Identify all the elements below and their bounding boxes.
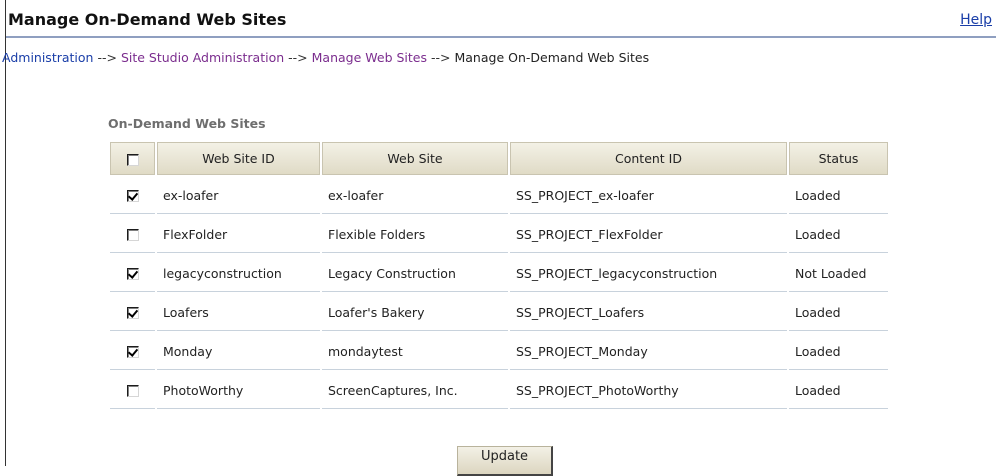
select-all-header — [110, 142, 155, 175]
table-row: ex-loafer ex-loafer SS_PROJECT_ex-loafer… — [110, 177, 888, 214]
cell-web-site: ScreenCaptures, Inc. — [322, 372, 508, 409]
cell-status: Loaded — [789, 177, 888, 214]
cell-status: Loaded — [789, 372, 888, 409]
breadcrumb: Administration --> Site Studio Administr… — [2, 50, 649, 65]
column-header-content-id[interactable]: Content ID — [510, 142, 787, 175]
cell-web-site: Loafer's Bakery — [322, 294, 508, 331]
breadcrumb-current-page: Manage On-Demand Web Sites — [454, 50, 650, 65]
breadcrumb-separator: --> — [288, 50, 308, 65]
cell-content-id: SS_PROJECT_ex-loafer — [510, 177, 787, 214]
cell-web-site: ex-loafer — [322, 177, 508, 214]
cell-content-id: SS_PROJECT_PhotoWorthy — [510, 372, 787, 409]
cell-web-site: Flexible Folders — [322, 216, 508, 253]
table-row: Monday mondaytest SS_PROJECT_Monday Load… — [110, 333, 888, 370]
cell-status: Loaded — [789, 294, 888, 331]
help-link[interactable]: Help — [960, 12, 992, 28]
cell-status: Loaded — [789, 216, 888, 253]
page-header: Manage On-Demand Web Sites Help — [6, 0, 996, 38]
cell-content-id: SS_PROJECT_legacyconstruction — [510, 255, 787, 292]
row-checkbox[interactable] — [126, 268, 139, 280]
table-row: Loafers Loafer's Bakery SS_PROJECT_Loafe… — [110, 294, 888, 331]
column-header-web-site-id[interactable]: Web Site ID — [157, 142, 320, 175]
row-checkbox[interactable] — [126, 307, 139, 319]
row-checkbox[interactable] — [126, 385, 139, 397]
table-caption: On-Demand Web Sites — [108, 116, 266, 131]
cell-web-site-id: PhotoWorthy — [157, 372, 320, 409]
breadcrumb-manage-web-sites-link[interactable]: Manage Web Sites — [312, 50, 427, 65]
table-header-row: Web Site ID Web Site Content ID Status — [110, 142, 888, 175]
cell-web-site-id: ex-loafer — [157, 177, 320, 214]
cell-content-id: SS_PROJECT_Loafers — [510, 294, 787, 331]
cell-content-id: SS_PROJECT_Monday — [510, 333, 787, 370]
select-all-checkbox[interactable] — [126, 153, 139, 166]
cell-web-site-id: FlexFolder — [157, 216, 320, 253]
page-title: Manage On-Demand Web Sites — [8, 10, 287, 29]
row-checkbox[interactable] — [126, 346, 139, 358]
update-button[interactable]: Update — [457, 446, 553, 476]
window-left-border — [5, 0, 6, 466]
breadcrumb-site-studio-link[interactable]: Site Studio Administration — [121, 50, 284, 65]
table-row: FlexFolder Flexible Folders SS_PROJECT_F… — [110, 216, 888, 253]
breadcrumb-administration-link[interactable]: Administration — [2, 50, 93, 65]
cell-web-site: Legacy Construction — [322, 255, 508, 292]
table-row: PhotoWorthy ScreenCaptures, Inc. SS_PROJ… — [110, 372, 888, 409]
on-demand-sites-table: Web Site ID Web Site Content ID Status e… — [108, 140, 890, 411]
row-checkbox[interactable] — [126, 229, 139, 241]
cell-web-site: mondaytest — [322, 333, 508, 370]
cell-web-site-id: legacyconstruction — [157, 255, 320, 292]
cell-content-id: SS_PROJECT_FlexFolder — [510, 216, 787, 253]
breadcrumb-separator: --> — [97, 50, 117, 65]
breadcrumb-separator: --> — [431, 50, 451, 65]
table-row: legacyconstruction Legacy Construction S… — [110, 255, 888, 292]
cell-web-site-id: Monday — [157, 333, 320, 370]
column-header-status[interactable]: Status — [789, 142, 888, 175]
column-header-web-site[interactable]: Web Site — [322, 142, 508, 175]
cell-web-site-id: Loafers — [157, 294, 320, 331]
row-checkbox[interactable] — [126, 190, 139, 202]
cell-status: Loaded — [789, 333, 888, 370]
cell-status: Not Loaded — [789, 255, 888, 292]
